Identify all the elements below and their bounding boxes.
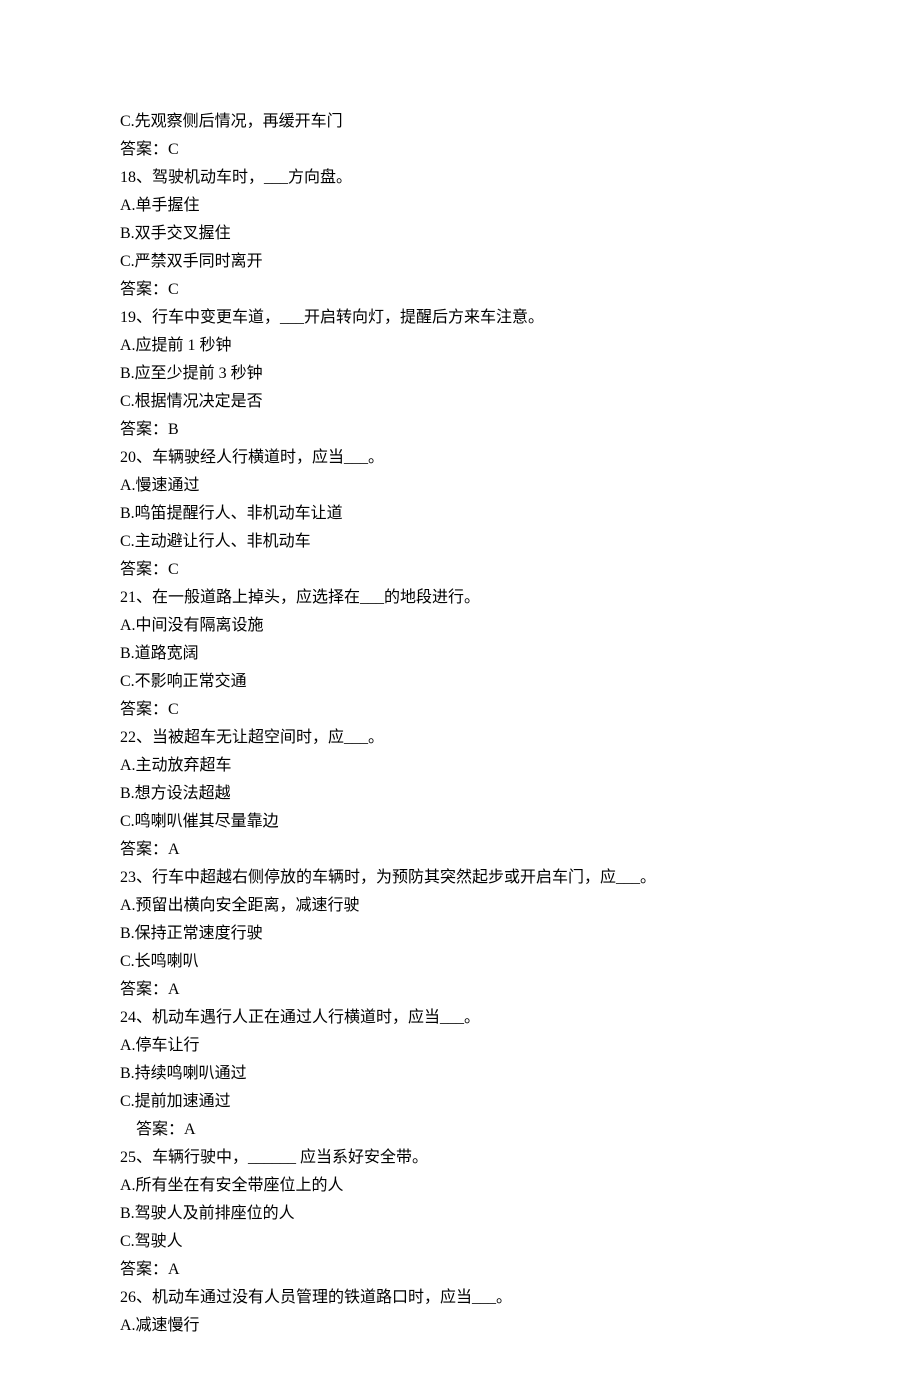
text-line: 24、机动车遇行人正在通过人行横道时，应当___。 (120, 1004, 800, 1032)
text-line: 答案：C (120, 136, 800, 164)
text-line: C.主动避让行人、非机动车 (120, 528, 800, 556)
text-line: A.减速慢行 (120, 1312, 800, 1340)
text-line: B.鸣笛提醒行人、非机动车让道 (120, 500, 800, 528)
text-line: 答案：A (120, 1256, 800, 1284)
text-line: 答案：C (120, 276, 800, 304)
text-line: B.道路宽阔 (120, 640, 800, 668)
text-line: 20、车辆驶经人行横道时，应当___。 (120, 444, 800, 472)
text-line: C.驾驶人 (120, 1228, 800, 1256)
text-line: 答案：A (120, 976, 800, 1004)
text-line: C.长鸣喇叭 (120, 948, 800, 976)
text-line: 18、驾驶机动车时，___方向盘。 (120, 164, 800, 192)
text-line: 答案：B (120, 416, 800, 444)
text-line: B.双手交叉握住 (120, 220, 800, 248)
text-line: 答案：A (120, 836, 800, 864)
document-page: C.先观察侧后情况，再缓开车门答案：C18、驾驶机动车时，___方向盘。A.单手… (0, 0, 920, 1400)
text-line: C.鸣喇叭催其尽量靠边 (120, 808, 800, 836)
text-line: 答案：C (120, 556, 800, 584)
text-line: 答案：A (120, 1116, 800, 1144)
text-line: A.停车让行 (120, 1032, 800, 1060)
text-line: A.主动放弃超车 (120, 752, 800, 780)
text-line: A.应提前 1 秒钟 (120, 332, 800, 360)
text-line: 23、行车中超越右侧停放的车辆时，为预防其突然起步或开启车门，应___。 (120, 864, 800, 892)
text-line: B.应至少提前 3 秒钟 (120, 360, 800, 388)
text-line: B.持续鸣喇叭通过 (120, 1060, 800, 1088)
text-line: B.驾驶人及前排座位的人 (120, 1200, 800, 1228)
text-line: A.所有坐在有安全带座位上的人 (120, 1172, 800, 1200)
text-line: B.想方设法超越 (120, 780, 800, 808)
text-line: 21、在一般道路上掉头，应选择在___的地段进行。 (120, 584, 800, 612)
text-line: A.单手握住 (120, 192, 800, 220)
text-line: B.保持正常速度行驶 (120, 920, 800, 948)
text-line: C.不影响正常交通 (120, 668, 800, 696)
text-line: C.提前加速通过 (120, 1088, 800, 1116)
text-line: A.中间没有隔离设施 (120, 612, 800, 640)
text-line: C.严禁双手同时离开 (120, 248, 800, 276)
text-line: 26、机动车通过没有人员管理的铁道路口时，应当___。 (120, 1284, 800, 1312)
text-line: C.先观察侧后情况，再缓开车门 (120, 108, 800, 136)
text-line: 答案：C (120, 696, 800, 724)
text-line: C.根据情况决定是否 (120, 388, 800, 416)
text-line: A.预留出横向安全距离，减速行驶 (120, 892, 800, 920)
text-line: 25、车辆行驶中，______ 应当系好安全带。 (120, 1144, 800, 1172)
text-line: 19、行车中变更车道，___开启转向灯，提醒后方来车注意。 (120, 304, 800, 332)
text-line: A.慢速通过 (120, 472, 800, 500)
document-body: C.先观察侧后情况，再缓开车门答案：C18、驾驶机动车时，___方向盘。A.单手… (120, 108, 800, 1340)
text-line: 22、当被超车无让超空间时，应___。 (120, 724, 800, 752)
